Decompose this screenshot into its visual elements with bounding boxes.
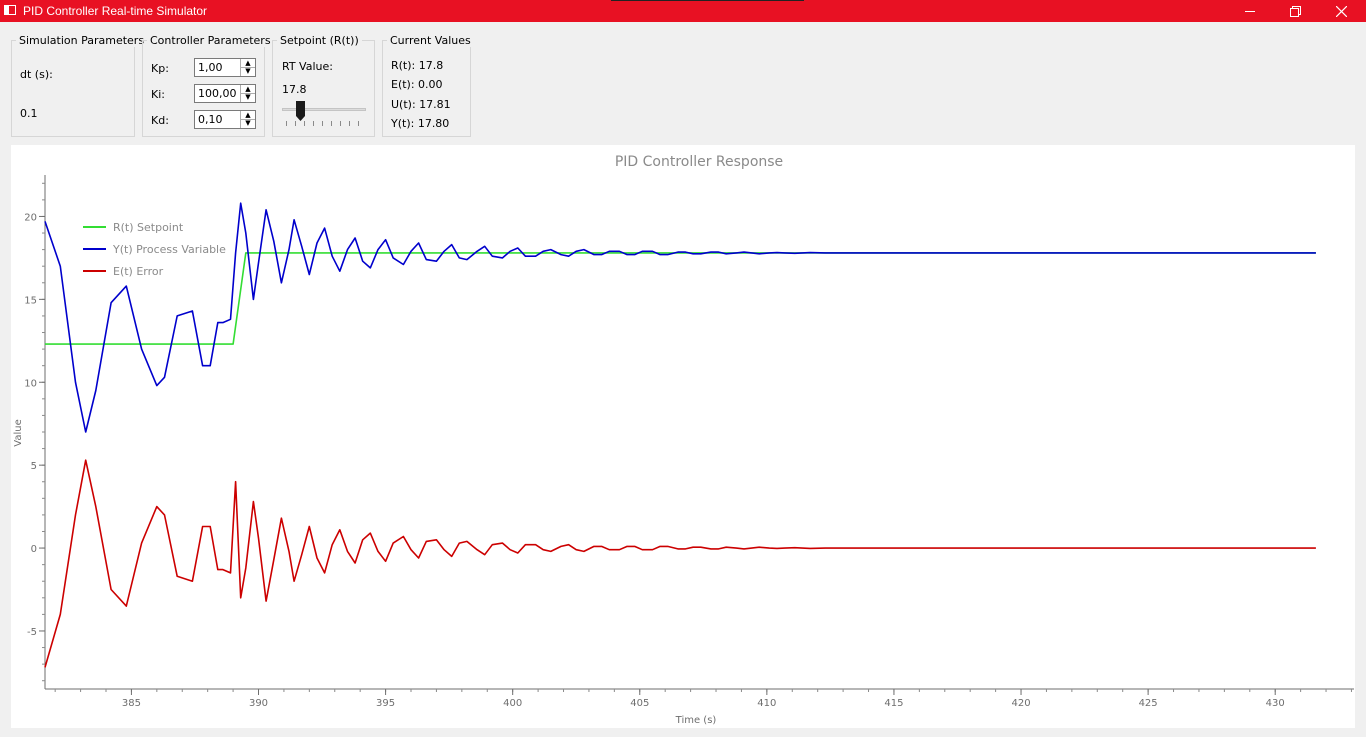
kp-spinbox[interactable]: 1,00 ▲ ▼ — [194, 58, 256, 77]
rt-value-label: RT Value: — [282, 60, 333, 73]
series-line-1 — [44, 202, 1316, 433]
close-button[interactable] — [1318, 0, 1364, 22]
spin-down-icon[interactable]: ▼ — [241, 93, 255, 101]
y-tick-label: 20 — [24, 212, 37, 223]
restore-button[interactable] — [1272, 0, 1318, 22]
kd-spinbox[interactable]: 0,10 ▲ ▼ — [194, 110, 256, 129]
x-axis-label: Time (s) — [675, 715, 717, 726]
legend-label: E(t) Error — [113, 265, 164, 278]
chart-svg: PID Controller Response Value Time (s) 3… — [13, 154, 1354, 726]
y-tick-label: 0 — [31, 544, 37, 555]
group-title: Current Values — [387, 34, 474, 47]
series-line-0 — [45, 252, 1316, 345]
x-tick-label: 395 — [376, 698, 395, 709]
dt-value[interactable]: 0.1 — [20, 107, 38, 120]
x-tick-label: 400 — [503, 698, 522, 709]
setpoint-slider-handle[interactable] — [296, 101, 305, 121]
legend-label: Y(t) Process Variable — [112, 243, 226, 256]
slider-ticks — [286, 121, 359, 126]
group-title: Simulation Parameters — [16, 34, 148, 47]
spin-arrows: ▲ ▼ — [240, 111, 255, 128]
chart-title: PID Controller Response — [615, 154, 783, 170]
spin-arrows: ▲ ▼ — [240, 85, 255, 102]
kd-value[interactable]: 0,10 — [198, 113, 223, 126]
x-tick-label: 410 — [757, 698, 776, 709]
x-tick-label: 420 — [1011, 698, 1030, 709]
legend-label: R(t) Setpoint — [113, 221, 184, 234]
rt-value: 17.8 — [282, 83, 307, 96]
y-tick-label: 10 — [24, 378, 37, 389]
y-axis-label: Value — [13, 419, 24, 446]
x-tick-label: 425 — [1139, 698, 1158, 709]
current-u-value: U(t): 17.81 — [391, 98, 451, 111]
title-bar: PID Controller Real-time Simulator — [0, 0, 1366, 22]
window-title: PID Controller Real-time Simulator — [23, 4, 208, 18]
y-tick-label: -5 — [27, 627, 37, 638]
ki-value[interactable]: 100,00 — [198, 87, 237, 100]
close-icon — [1335, 5, 1347, 17]
title-bar-marker — [611, 0, 804, 1]
x-tick-label: 390 — [249, 698, 268, 709]
group-title: Setpoint (R(t)) — [277, 34, 362, 47]
dt-label: dt (s): — [20, 68, 53, 81]
series-line-2 — [44, 459, 1316, 668]
ki-label: Ki: — [151, 88, 165, 101]
kp-value[interactable]: 1,00 — [198, 61, 223, 74]
spin-arrows: ▲ ▼ — [240, 59, 255, 76]
x-tick-label: 415 — [884, 698, 903, 709]
kp-label: Kp: — [151, 62, 169, 75]
x-tick-label: 430 — [1266, 698, 1285, 709]
current-e-value: E(t): 0.00 — [391, 78, 443, 91]
setpoint-slider-track[interactable] — [282, 108, 366, 111]
kd-label: Kd: — [151, 114, 169, 127]
pid-response-chart[interactable]: PID Controller Response Value Time (s) 3… — [11, 145, 1355, 728]
current-r-value: R(t): 17.8 — [391, 59, 444, 72]
y-tick-label: 15 — [24, 295, 37, 306]
y-tick-label: 5 — [31, 461, 37, 472]
restore-icon — [1289, 5, 1301, 17]
x-tick-label: 405 — [630, 698, 649, 709]
simulation-parameters-group: Simulation Parameters — [11, 34, 148, 137]
app-icon — [4, 5, 16, 15]
group-title: Controller Parameters — [147, 34, 274, 47]
minimize-button[interactable] — [1227, 0, 1273, 22]
ki-spinbox[interactable]: 100,00 ▲ ▼ — [194, 84, 256, 103]
current-y-value: Y(t): 17.80 — [391, 117, 450, 130]
spin-down-icon[interactable]: ▼ — [241, 119, 255, 127]
minimize-icon — [1245, 11, 1255, 12]
spin-down-icon[interactable]: ▼ — [241, 67, 255, 75]
x-tick-label: 385 — [122, 698, 141, 709]
